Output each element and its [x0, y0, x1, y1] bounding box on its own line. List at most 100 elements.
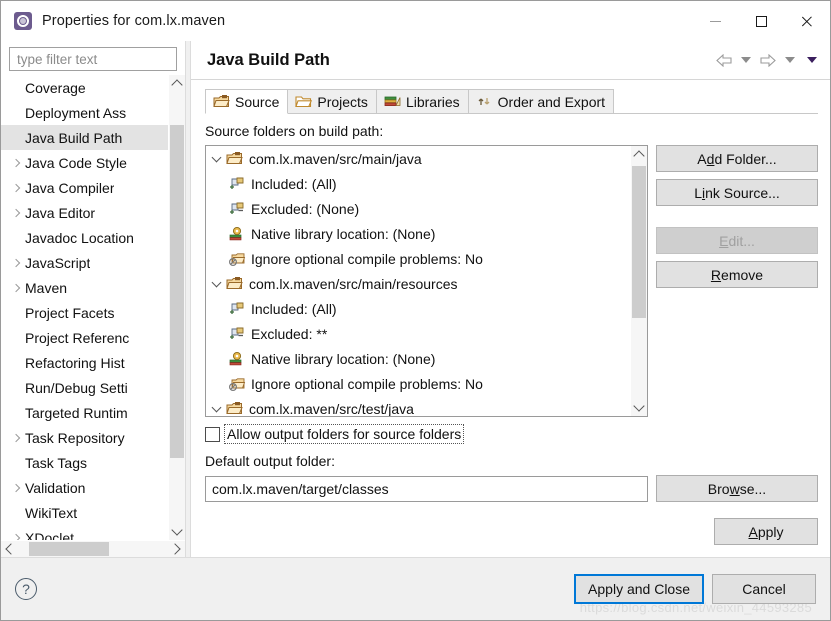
include-icon	[228, 176, 246, 192]
sidebar-item-java-editor[interactable]: Java Editor	[1, 200, 168, 225]
expand-arrow-icon[interactable]	[9, 185, 25, 191]
browse-button[interactable]: Bro w se...	[656, 475, 818, 502]
sidebar-item-label: Refactoring Hist	[25, 354, 125, 371]
sidebar-item-coverage[interactable]: Coverage	[1, 75, 168, 100]
collapse-arrow-icon[interactable]	[206, 279, 226, 289]
maximize-button[interactable]	[738, 1, 784, 41]
source-attribute-row[interactable]: Native library location: (None)	[206, 221, 630, 246]
tab-label: Libraries	[405, 93, 460, 110]
chevron-down-icon	[633, 400, 645, 412]
source-folder-row[interactable]: com.lx.maven/src/main/resources	[206, 271, 630, 296]
source-package-icon	[213, 94, 230, 109]
scroll-right-button[interactable]	[168, 541, 185, 557]
sidebar-item-javascript[interactable]: JavaScript	[1, 250, 168, 275]
tree-node-label: Excluded: **	[251, 325, 328, 342]
remove-button[interactable]: Remove	[656, 261, 818, 288]
expand-arrow-icon[interactable]	[9, 210, 25, 216]
sidebar-horizontal-scrollbar[interactable]	[1, 540, 185, 557]
source-folders-tree[interactable]: com.lx.maven/src/main/java Included: (All…	[205, 145, 648, 417]
help-icon[interactable]: ?	[15, 578, 37, 600]
source-attribute-row[interactable]: Included: (All)	[206, 296, 630, 321]
scroll-up-button[interactable]	[169, 75, 185, 92]
sidebar-item-label: Project Referenc	[25, 329, 130, 346]
sidebar-item-java-code-style[interactable]: Java Code Style	[1, 150, 168, 175]
source-attribute-row[interactable]: Excluded: (None)	[206, 196, 630, 221]
allow-output-folders-row[interactable]: Allow output folders for source folders	[205, 424, 818, 444]
apply-and-close-button[interactable]: Apply and Close	[574, 574, 704, 604]
sidebar-vertical-scrollbar[interactable]	[168, 75, 185, 540]
sidebar-item-task-tags[interactable]: Task Tags	[1, 450, 168, 475]
sidebar-item-project-facets[interactable]: Project Facets	[1, 300, 168, 325]
minimize-button[interactable]	[692, 1, 738, 41]
collapse-arrow-icon[interactable]	[206, 154, 226, 164]
forward-dropdown-icon[interactable]	[780, 57, 800, 63]
source-folders-label: Source folders on build path:	[205, 123, 384, 139]
allow-output-folders-label[interactable]: Allow output folders for source folders	[223, 424, 465, 444]
close-icon	[801, 15, 814, 28]
tree-node-label: Ignore optional compile problems: No	[251, 375, 483, 392]
tree-scroll-down-button[interactable]	[631, 399, 647, 416]
sidebar-item-java-compiler[interactable]: Java Compiler	[1, 175, 168, 200]
sidebar-item-validation[interactable]: Validation	[1, 475, 168, 500]
apply-button[interactable]: Apply	[714, 518, 818, 545]
add-folder-button[interactable]: Add Folder...	[656, 145, 818, 172]
scroll-down-button[interactable]	[169, 523, 185, 540]
native-library-icon	[228, 351, 246, 367]
tab-libraries[interactable]: Libraries	[375, 89, 469, 114]
filter-box[interactable]	[9, 47, 177, 71]
expand-arrow-icon[interactable]	[9, 485, 25, 491]
source-attribute-row[interactable]: Ignore optional compile problems: No	[206, 371, 630, 396]
edit-button: Edit...	[656, 227, 818, 254]
tab-order-and-export[interactable]: Order and Export	[467, 89, 615, 114]
view-menu-icon[interactable]	[802, 57, 822, 63]
exclude-icon	[228, 326, 246, 342]
tree-scroll-thumb[interactable]	[632, 166, 646, 318]
expand-arrow-icon[interactable]	[9, 260, 25, 266]
tab-source[interactable]: Source	[205, 89, 289, 114]
sidebar-item-deployment-ass[interactable]: Deployment Ass	[1, 100, 168, 125]
collapse-arrow-icon[interactable]	[206, 404, 226, 414]
expand-arrow-icon[interactable]	[9, 435, 25, 441]
sidebar-item-refactoring-hist[interactable]: Refactoring Hist	[1, 350, 168, 375]
sidebar-item-label: XDoclet	[25, 529, 75, 541]
maximize-icon	[755, 15, 767, 27]
hscroll-thumb[interactable]	[29, 542, 109, 556]
scroll-thumb[interactable]	[170, 125, 184, 458]
back-dropdown-icon[interactable]	[736, 57, 756, 63]
close-button[interactable]	[784, 1, 830, 41]
page-navigation	[714, 41, 822, 79]
sidebar-item-xdoclet[interactable]: XDoclet	[1, 525, 168, 541]
sidebar-item-javadoc-location[interactable]: Javadoc Location	[1, 225, 168, 250]
tree-node-label: Native library location: (None)	[251, 350, 436, 367]
source-tree-and-buttons: com.lx.maven/src/main/java Included: (All…	[205, 145, 818, 417]
expand-arrow-icon[interactable]	[9, 160, 25, 166]
cancel-button[interactable]: Cancel	[712, 574, 816, 604]
scroll-left-button[interactable]	[1, 541, 18, 557]
source-attribute-row[interactable]: Included: (All)	[206, 171, 630, 196]
source-folder-row[interactable]: com.lx.maven/src/main/java	[206, 146, 630, 171]
allow-output-folders-checkbox[interactable]	[205, 426, 220, 442]
source-attribute-row[interactable]: Native library location: (None)	[206, 346, 630, 371]
expand-arrow-icon[interactable]	[9, 285, 25, 291]
source-attribute-row[interactable]: Excluded: **	[206, 321, 630, 346]
tab-projects[interactable]: Projects	[287, 89, 377, 114]
tree-vertical-scrollbar[interactable]	[630, 146, 647, 416]
sidebar-item-project-referenc[interactable]: Project Referenc	[1, 325, 168, 350]
back-arrow-icon[interactable]	[714, 53, 734, 67]
link-source-button[interactable]: Li nk Source...	[656, 179, 818, 206]
search-input[interactable]	[15, 50, 171, 68]
tree-scroll-up-button[interactable]	[631, 146, 647, 163]
sidebar-item-maven[interactable]: Maven	[1, 275, 168, 300]
sidebar-item-targeted-runtim[interactable]: Targeted Runtim	[1, 400, 168, 425]
exclude-icon	[228, 201, 246, 217]
forward-arrow-icon[interactable]	[758, 53, 778, 67]
sidebar-item-wikitext[interactable]: WikiText	[1, 500, 168, 525]
default-output-folder-input[interactable]: com.lx.maven/target/classes	[205, 475, 648, 502]
sidebar-item-java-build-path[interactable]: Java Build Path	[1, 125, 168, 150]
source-attribute-row[interactable]: Ignore optional compile problems: No	[206, 246, 630, 271]
sidebar-item-task-repository[interactable]: Task Repository	[1, 425, 168, 450]
source-folder-row[interactable]: com.lx.maven/src/test/java	[206, 396, 630, 416]
page-header: Java Build Path	[191, 41, 830, 80]
dialog-footer: ? https://blog.csdn.net/weixin_44593285 …	[1, 557, 830, 620]
sidebar-item-run-debug-setti[interactable]: Run/Debug Setti	[1, 375, 168, 400]
